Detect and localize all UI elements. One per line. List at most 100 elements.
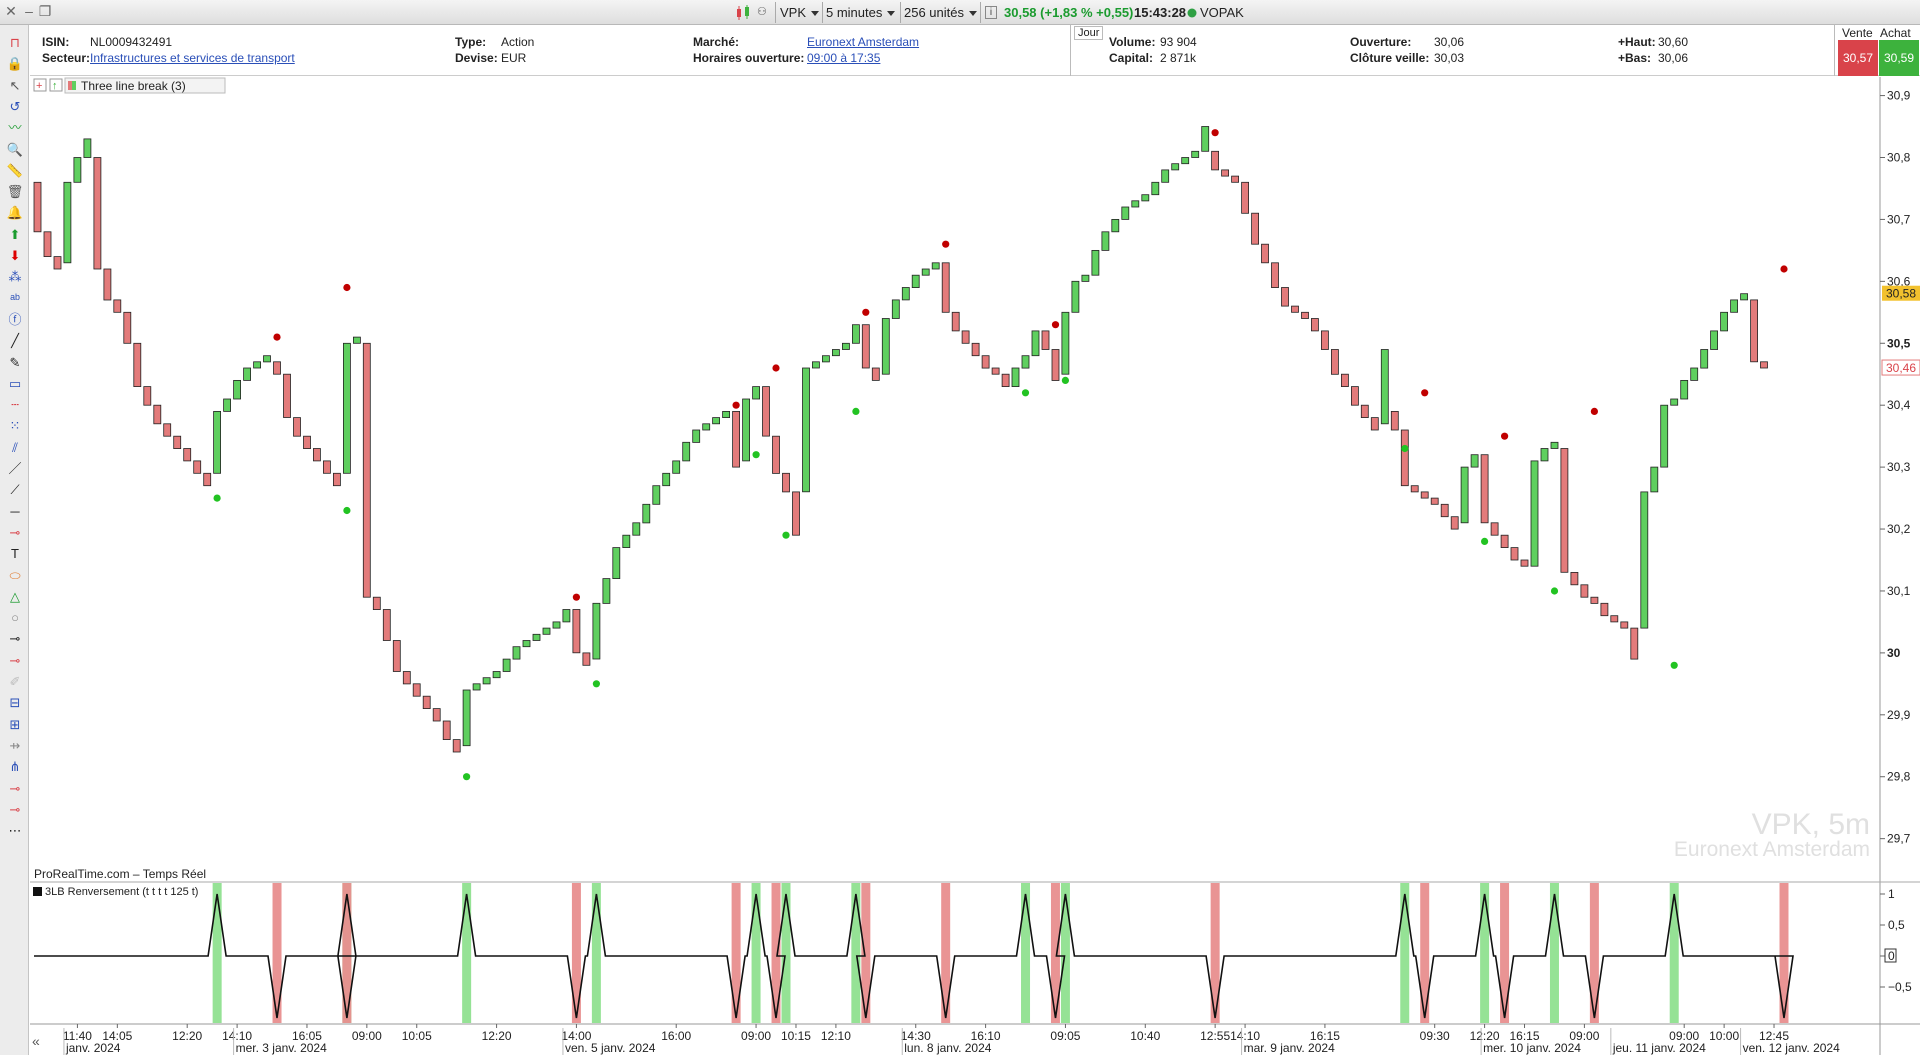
- rectangle-icon[interactable]: ▭: [4, 374, 26, 394]
- sell-arrow-icon[interactable]: ⬇: [4, 246, 26, 266]
- up-brick: [243, 367, 252, 381]
- horizontal-icon[interactable]: ─: [4, 502, 26, 522]
- cursor-icon[interactable]: ↖: [4, 76, 26, 96]
- up-brick: [512, 646, 521, 660]
- down-brick: [1241, 181, 1249, 214]
- up-brick: [742, 398, 750, 462]
- pencil-icon[interactable]: ╱: [4, 331, 26, 351]
- x-time-label: 09:30: [1420, 1029, 1450, 1043]
- up-brick: [1161, 169, 1170, 183]
- x-time-label: 10:15: [781, 1029, 811, 1043]
- down-brick: [303, 435, 311, 450]
- down-brick: [1400, 429, 1409, 487]
- sell-button[interactable]: 30,57: [1838, 40, 1878, 76]
- link-icon[interactable]: ⚇: [757, 3, 771, 22]
- text-icon[interactable]: T: [4, 544, 26, 564]
- scroll-left-icon[interactable]: «: [32, 1033, 40, 1049]
- buy-arrow-icon[interactable]: ⬆: [4, 225, 26, 245]
- ray4-icon[interactable]: ⊸: [4, 651, 26, 671]
- sell-signal-dot: [1211, 129, 1219, 137]
- down-brick: [941, 262, 950, 313]
- channel-icon[interactable]: ⫽: [4, 438, 26, 458]
- ray-icon[interactable]: ⊸: [4, 523, 26, 543]
- up-brick: [83, 138, 92, 158]
- ray5-icon[interactable]: ⊸: [4, 779, 26, 799]
- candlestick-type-icon[interactable]: [735, 3, 753, 22]
- current-price-label: 30,58: [1886, 287, 1916, 301]
- line-icon[interactable]: ／: [4, 459, 26, 479]
- down-brick: [103, 268, 112, 301]
- down-brick: [1390, 410, 1399, 431]
- info-icon[interactable]: i: [985, 6, 997, 19]
- down-brick: [1570, 571, 1579, 586]
- trend-icon[interactable]: 〰: [4, 118, 26, 138]
- hline2-icon[interactable]: ⇸: [4, 736, 26, 756]
- watermark-symbol: VPK, 5m: [1752, 808, 1870, 841]
- down-brick: [1760, 361, 1768, 369]
- more-icon[interactable]: ⋯: [4, 821, 26, 841]
- elliott-icon[interactable]: ⁂: [4, 267, 26, 287]
- buy-reversal-band: [1400, 883, 1410, 1023]
- down-brick: [1420, 491, 1429, 499]
- symbol-select[interactable]: VPK: [780, 3, 820, 22]
- triangle-icon[interactable]: △: [4, 587, 26, 607]
- isin-label: ISIN:: [42, 35, 70, 49]
- up-brick: [1121, 206, 1130, 220]
- y-tick-label: 30,2: [1887, 522, 1911, 536]
- quote-divider: [1834, 24, 1835, 76]
- lock-icon[interactable]: 🔒: [4, 54, 26, 74]
- type-label: Type:: [455, 35, 487, 49]
- trash-icon[interactable]: 🗑: [4, 182, 26, 202]
- pattern-icon[interactable]: ⁙: [4, 416, 26, 436]
- segment-icon[interactable]: ⟋: [4, 480, 26, 500]
- ruler-icon[interactable]: 📏: [4, 161, 26, 181]
- fib-fan-icon[interactable]: ⊟: [4, 693, 26, 713]
- abc-icon[interactable]: ᵃᵇ: [4, 289, 26, 309]
- x-time-label: 10:40: [1130, 1029, 1160, 1043]
- ray2-icon[interactable]: ○: [4, 608, 26, 628]
- up-brick: [1021, 355, 1030, 369]
- minimize-icon[interactable]: –: [22, 4, 36, 18]
- down-brick: [153, 404, 162, 425]
- down-brick: [1261, 243, 1269, 264]
- pitchfork-icon[interactable]: ⋔: [4, 757, 26, 777]
- close-icon[interactable]: ✕: [4, 4, 18, 18]
- down-brick: [1041, 330, 1050, 350]
- rotate-icon[interactable]: ↺: [4, 97, 26, 117]
- buy-signal-dot: [343, 506, 351, 515]
- down-brick: [1331, 349, 1339, 375]
- ray3-icon[interactable]: ⊸: [4, 629, 26, 649]
- day-tab[interactable]: Jour: [1074, 26, 1104, 40]
- hline-icon[interactable]: ┄: [4, 395, 26, 415]
- quote-time: 15:43:28: [1134, 5, 1187, 20]
- market-link[interactable]: Euronext Amsterdam: [807, 35, 919, 49]
- buy-signal-dot: [1401, 444, 1409, 453]
- down-brick: [1410, 485, 1419, 493]
- hours-link[interactable]: 09:00 à 17:35: [807, 51, 880, 65]
- magnet-icon[interactable]: ⊓: [4, 33, 26, 53]
- ray6-icon[interactable]: ⊸: [4, 800, 26, 820]
- last-brick-label: 30,46: [1886, 361, 1916, 375]
- interval-select[interactable]: 5 minutes: [826, 3, 900, 22]
- x-time-label: 12:20: [482, 1029, 512, 1043]
- buy-signal-dot: [213, 494, 221, 502]
- gann-icon[interactable]: ⊞: [4, 715, 26, 735]
- ellipse-icon[interactable]: ⬭: [4, 566, 26, 586]
- up-brick: [1740, 293, 1748, 301]
- restore-icon[interactable]: ❐: [38, 4, 52, 18]
- buy-button[interactable]: 30,59: [1879, 40, 1919, 76]
- price-chart[interactable]: VPK, 5m Euronext Amsterdam + ↑ Three lin…: [30, 77, 1920, 1055]
- eraser-icon[interactable]: ✎: [4, 353, 26, 373]
- sector-link[interactable]: Infrastructures et services de transport: [90, 51, 295, 65]
- up-brick: [722, 410, 730, 418]
- units-select[interactable]: 256 unités: [904, 3, 978, 22]
- zoom-icon[interactable]: 🔍: [4, 140, 26, 160]
- down-brick: [1001, 373, 1010, 388]
- up-brick: [73, 157, 82, 183]
- chart-area[interactable]: VPK, 5m Euronext Amsterdam + ↑ Three lin…: [30, 77, 1920, 1055]
- alert-icon[interactable]: 🔔: [4, 203, 26, 223]
- up-brick: [1710, 330, 1718, 350]
- fibonacci-icon[interactable]: ⓕ: [4, 310, 26, 330]
- brush-icon[interactable]: ✐: [4, 672, 26, 692]
- open-label: Ouverture:: [1350, 35, 1412, 49]
